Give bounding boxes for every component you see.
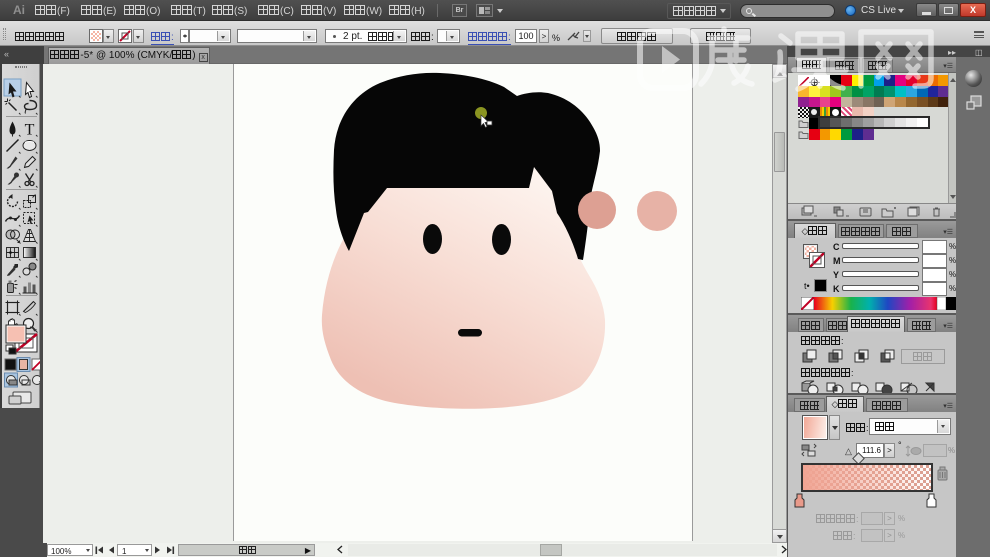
svg-text:T: T <box>25 122 35 139</box>
